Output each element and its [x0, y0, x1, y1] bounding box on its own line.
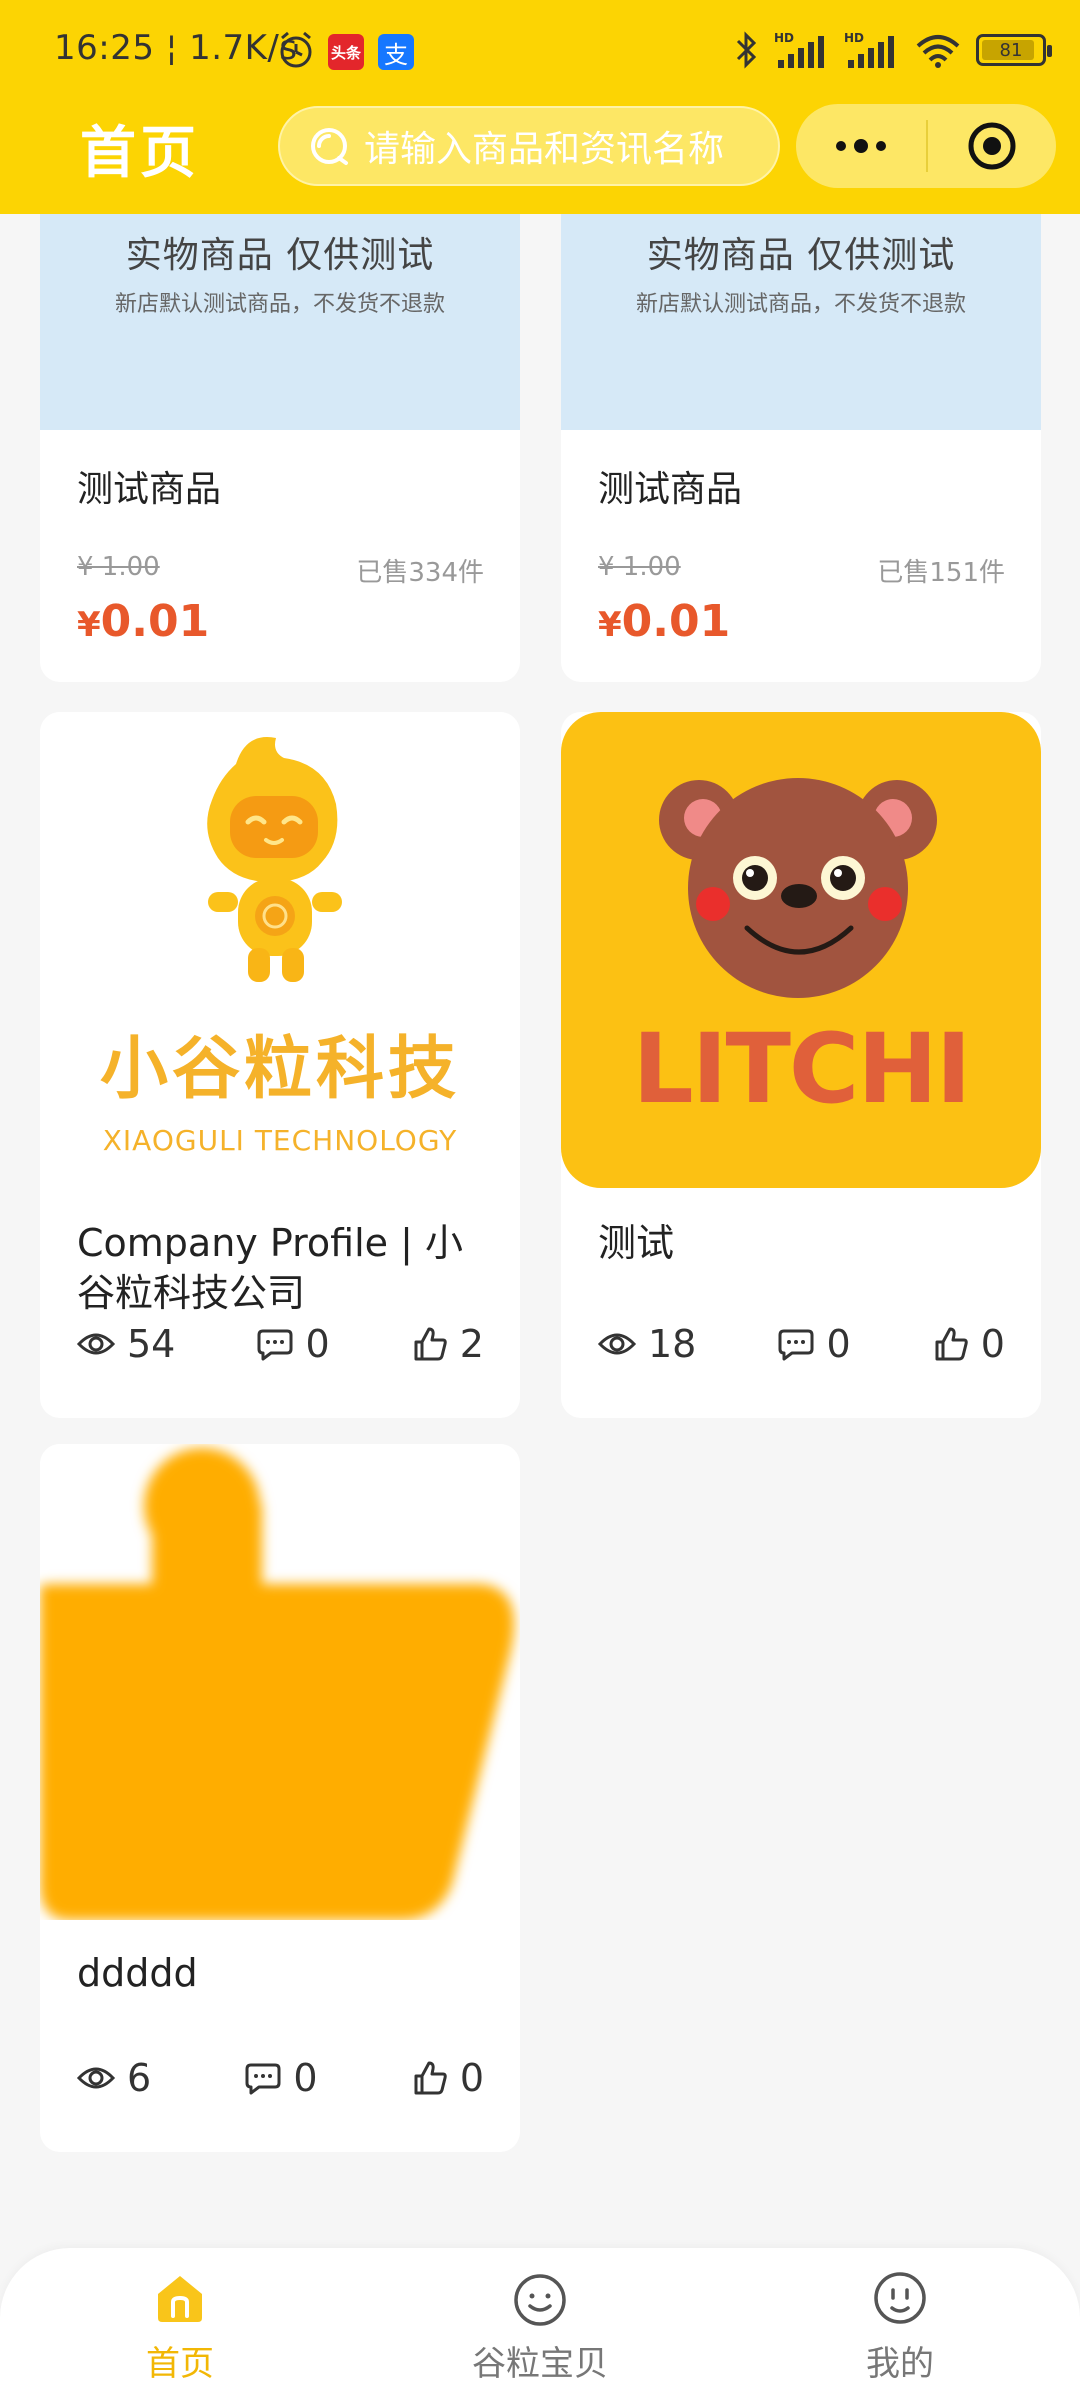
more-button[interactable]	[796, 104, 926, 188]
views-stat: 6	[77, 2056, 151, 2100]
hd-label-2: HD	[844, 31, 864, 45]
bottom-tab-bar: 首页 谷粒宝贝 我的	[0, 2248, 1080, 2400]
likes-count: 2	[459, 1322, 484, 1366]
post-stats: 18 0 0	[598, 1322, 1005, 1366]
likes-stat[interactable]: 2	[412, 1322, 484, 1366]
post-title: Company Profile | 小谷粒科技公司	[77, 1221, 463, 1315]
toutiao-badge-text: 头条	[330, 43, 361, 62]
toutiao-app-icon: 头条	[328, 34, 364, 70]
views-count: 6	[127, 2056, 152, 2100]
target-icon	[968, 122, 1016, 170]
top-header: 16:25 ¦ 1.7K/s 头条 支 HD HD 81 首页 请输入商品和资讯…	[0, 0, 1080, 214]
comments-count: 0	[293, 2056, 318, 2100]
tab-mine[interactable]: 我的	[800, 2270, 1000, 2385]
battery-icon: 81	[976, 34, 1052, 66]
comments-stat[interactable]: 0	[778, 1322, 851, 1366]
goods-card[interactable]: 实物商品 仅供测试 新店默认测试商品，不发货不退款 测试商品 ¥ 1.00 已售…	[40, 140, 520, 682]
eye-icon	[77, 2067, 115, 2089]
views-stat: 54	[77, 1322, 175, 1366]
alarm-icon	[280, 31, 312, 68]
logo-english-text: XIAOGULI TECHNOLOGY	[103, 1124, 458, 1157]
signal-hd-icon: HD	[774, 31, 824, 68]
likes-count: 0	[980, 1322, 1005, 1366]
banner-title: 实物商品 仅供测试	[646, 235, 956, 276]
tab-home[interactable]: 首页	[80, 2270, 280, 2385]
post-stats: 6 0 0	[77, 2056, 484, 2100]
thumbs-up-icon	[414, 1327, 447, 1361]
clock-text: 16:25	[54, 28, 155, 68]
tab-baby[interactable]: 谷粒宝贝	[440, 2270, 640, 2385]
litchi-logo-text: LITCHI	[633, 1013, 970, 1125]
post-card[interactable]: LITCHI 测试 18 0 0	[561, 712, 1041, 1418]
more-dots-icon	[836, 139, 886, 153]
banner-subtitle: 新店默认测试商品，不发货不退款	[114, 292, 445, 317]
original-price: ¥ 1.00	[77, 552, 160, 582]
goods-card[interactable]: 实物商品 仅供测试 新店默认测试商品，不发货不退款 测试商品 ¥ 1.00 已售…	[561, 140, 1041, 682]
search-icon	[311, 128, 348, 165]
post-card[interactable]: 小谷粒科技 XIAOGULI TECHNOLOGY Company Profil…	[40, 712, 520, 1418]
post-stats: 54 0 2	[77, 1322, 484, 1366]
hd-label-1: HD	[774, 31, 794, 45]
smile-face-icon	[514, 2274, 566, 2326]
thumbs-up-cover-image	[40, 1444, 520, 1920]
views-count: 18	[648, 1322, 697, 1366]
search-placeholder: 请输入商品和资讯名称	[364, 129, 725, 170]
bluetooth-icon	[736, 31, 757, 69]
thumbs-up-icon	[935, 1327, 968, 1361]
separator-text: ¦	[165, 28, 190, 68]
comment-icon	[778, 1329, 814, 1361]
nav-row: 首页 请输入商品和资讯名称	[0, 100, 1080, 214]
comments-count: 0	[305, 1322, 330, 1366]
likes-stat[interactable]: 0	[412, 2056, 484, 2100]
post-title: ddddd	[77, 1951, 198, 1995]
sale-price: ¥0.01	[77, 596, 209, 647]
banner-subtitle: 新店默认测试商品，不发货不退款	[635, 292, 966, 317]
home-icon	[158, 2276, 202, 2322]
alipay-badge-text: 支	[384, 40, 408, 69]
price-value: 0.01	[621, 596, 731, 647]
status-bar: 16:25 ¦ 1.7K/s 头条 支 HD HD 81	[0, 0, 1080, 100]
price-value: 0.01	[100, 596, 210, 647]
alipay-app-icon: 支	[378, 34, 414, 70]
views-stat: 18	[598, 1322, 696, 1366]
tab-label: 谷粒宝贝	[472, 2344, 608, 2384]
page-title: 首页	[80, 121, 200, 186]
original-price: ¥ 1.00	[598, 552, 681, 582]
goods-name: 测试商品	[77, 469, 222, 510]
comment-icon	[257, 1329, 293, 1361]
status-right-icons: HD HD 81	[734, 28, 1052, 72]
sold-count: 已售334件	[356, 558, 484, 588]
comments-stat[interactable]: 0	[245, 2056, 318, 2100]
sold-count: 已售151件	[877, 558, 1005, 588]
litchi-bear-image: LITCHI	[561, 712, 1041, 1188]
miniprogram-capsule	[796, 104, 1056, 188]
eye-icon	[77, 1333, 115, 1355]
goods-name: 测试商品	[598, 469, 743, 510]
comment-icon	[245, 2063, 281, 2095]
logo-chinese-text: 小谷粒科技	[100, 1030, 460, 1109]
comments-count: 0	[826, 1322, 851, 1366]
tab-label: 首页	[146, 2344, 214, 2384]
user-face-icon	[874, 2272, 926, 2324]
close-miniprogram-button[interactable]	[928, 104, 1056, 188]
sale-price: ¥0.01	[598, 596, 730, 647]
post-title: 测试	[598, 1221, 675, 1265]
currency-symbol: ¥	[77, 605, 101, 645]
banner-title: 实物商品 仅供测试	[125, 235, 435, 276]
currency-symbol: ¥	[598, 605, 622, 645]
signal-hd-icon-2: HD	[844, 31, 894, 68]
comments-stat[interactable]: 0	[257, 1322, 330, 1366]
views-count: 54	[127, 1322, 176, 1366]
likes-count: 0	[459, 2056, 484, 2100]
eye-icon	[598, 1333, 636, 1355]
search-input[interactable]: 请输入商品和资讯名称	[278, 106, 780, 186]
xiaoguli-logo-image: 小谷粒科技 XIAOGULI TECHNOLOGY	[40, 712, 520, 1188]
thumbs-up-icon	[414, 2061, 447, 2095]
wifi-icon	[916, 35, 960, 68]
post-card[interactable]: ddddd 6 0 0	[40, 1444, 520, 2152]
status-time: 16:25 ¦ 1.7K/s	[54, 28, 298, 68]
battery-level: 81	[999, 39, 1023, 61]
likes-stat[interactable]: 0	[933, 1322, 1005, 1366]
tab-label: 我的	[866, 2344, 934, 2384]
